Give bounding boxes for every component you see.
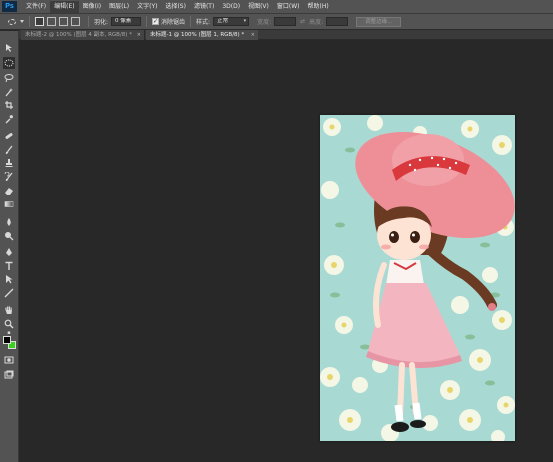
new-selection-mode-icon[interactable] <box>35 17 44 26</box>
quick-mask-icon[interactable] <box>3 354 15 366</box>
ps-logo: Ps <box>2 1 17 12</box>
chevron-down-icon: ▾ <box>243 18 247 24</box>
clone-stamp-icon[interactable] <box>3 157 15 169</box>
pen-tool-icon[interactable] <box>3 246 15 258</box>
marquee-tool-icon[interactable] <box>3 57 15 69</box>
menu-bar: Ps 文件(F) 编辑(E) 图像(I) 图层(L) 文字(Y) 选择(S) 滤… <box>0 0 553 13</box>
crop-tool-icon[interactable] <box>3 99 15 111</box>
hand-tool-icon[interactable] <box>3 304 15 316</box>
feather-input[interactable]: 0 像素 <box>111 17 142 26</box>
document-tab-bar: 未标题-2 @ 100% (图层 4 副本, RGB/8) * × 未标题-1 … <box>19 30 553 40</box>
menu-edit[interactable]: 编辑(E) <box>50 0 79 13</box>
close-icon[interactable]: × <box>251 30 255 40</box>
menu-image[interactable]: 图像(I) <box>79 1 105 13</box>
antialias-label: 消除锯齿 <box>161 19 186 26</box>
eyedropper-icon[interactable] <box>3 113 15 125</box>
lasso-tool-icon[interactable] <box>3 72 15 84</box>
path-select-icon[interactable] <box>3 273 15 285</box>
screen-mode-icon[interactable] <box>3 369 15 381</box>
menu-select[interactable]: 选择(S) <box>161 1 190 13</box>
subtract-selection-mode-icon[interactable] <box>59 17 68 26</box>
height-input[interactable] <box>326 17 349 26</box>
swap-icon[interactable]: ⇄ <box>300 18 305 25</box>
foreground-color-swatch[interactable] <box>3 336 11 344</box>
menu-file[interactable]: 文件(F) <box>22 1 50 13</box>
menu-3d[interactable]: 3D(D) <box>218 1 244 13</box>
healing-brush-icon[interactable] <box>3 130 15 142</box>
add-selection-mode-icon[interactable] <box>47 17 56 26</box>
feather-label: 羽化: <box>94 19 109 26</box>
color-swatches <box>3 336 16 349</box>
width-label: 宽度: <box>257 19 272 26</box>
menu-type[interactable]: 文字(Y) <box>133 1 161 13</box>
divider <box>146 16 148 27</box>
elliptical-marquee-preset-icon[interactable] <box>6 17 18 27</box>
dodge-tool-icon[interactable] <box>3 230 15 242</box>
divider <box>190 16 192 27</box>
girl-in-hat-illustration <box>320 115 515 441</box>
menu-help[interactable]: 帮助(H) <box>304 1 333 13</box>
tab-label: 未标题-2 @ 100% (图层 4 副本, RGB/8) * <box>25 32 132 38</box>
gradient-tool-icon[interactable] <box>3 198 15 210</box>
brush-tool-icon[interactable] <box>3 144 15 156</box>
close-icon[interactable]: × <box>137 30 141 40</box>
options-bar: 羽化: 0 像素 ✓ 消除锯齿 样式: 正常 ▾ 宽度: ⇄ 高度: 调整边缘.… <box>0 13 553 30</box>
refine-edge-button[interactable]: 调整边缘... <box>356 16 402 27</box>
tab-label: 未标题-1 @ 100% (图层 1, RGB/8) * <box>150 32 245 38</box>
shape-tool-icon[interactable] <box>3 287 15 299</box>
style-select[interactable]: 正常 ▾ <box>213 17 250 26</box>
tab-document-2[interactable]: 未标题-2 @ 100% (图层 4 副本, RGB/8) * × <box>21 30 145 40</box>
menu-view[interactable]: 视图(V) <box>244 1 273 13</box>
canvas-image[interactable] <box>320 115 515 441</box>
width-input[interactable] <box>274 17 297 26</box>
style-select-value: 正常 <box>217 18 229 24</box>
eraser-icon[interactable] <box>3 185 15 197</box>
tools-panel: ▪ <box>0 31 19 462</box>
move-tool-icon[interactable] <box>3 42 15 54</box>
photoshop-window: Ps 文件(F) 编辑(E) 图像(I) 图层(L) 文字(Y) 选择(S) 滤… <box>0 0 553 462</box>
intersect-selection-mode-icon[interactable] <box>71 17 80 26</box>
magic-wand-icon[interactable] <box>3 86 15 98</box>
tab-document-1[interactable]: 未标题-1 @ 100% (图层 1, RGB/8) * × <box>146 30 258 40</box>
menu-layer[interactable]: 图层(L) <box>105 1 133 13</box>
antialias-checkbox[interactable]: ✓ <box>152 18 160 25</box>
menu-filter[interactable]: 滤镜(T) <box>190 1 218 13</box>
type-tool-icon[interactable] <box>3 260 15 272</box>
menu-window[interactable]: 窗口(W) <box>273 1 304 13</box>
divider <box>29 16 30 27</box>
divider <box>88 16 89 27</box>
history-brush-icon[interactable] <box>3 171 15 183</box>
blur-tool-icon[interactable] <box>3 216 15 228</box>
chevron-down-icon[interactable] <box>20 20 24 23</box>
height-label: 高度: <box>309 19 324 26</box>
style-label: 样式: <box>196 19 211 26</box>
